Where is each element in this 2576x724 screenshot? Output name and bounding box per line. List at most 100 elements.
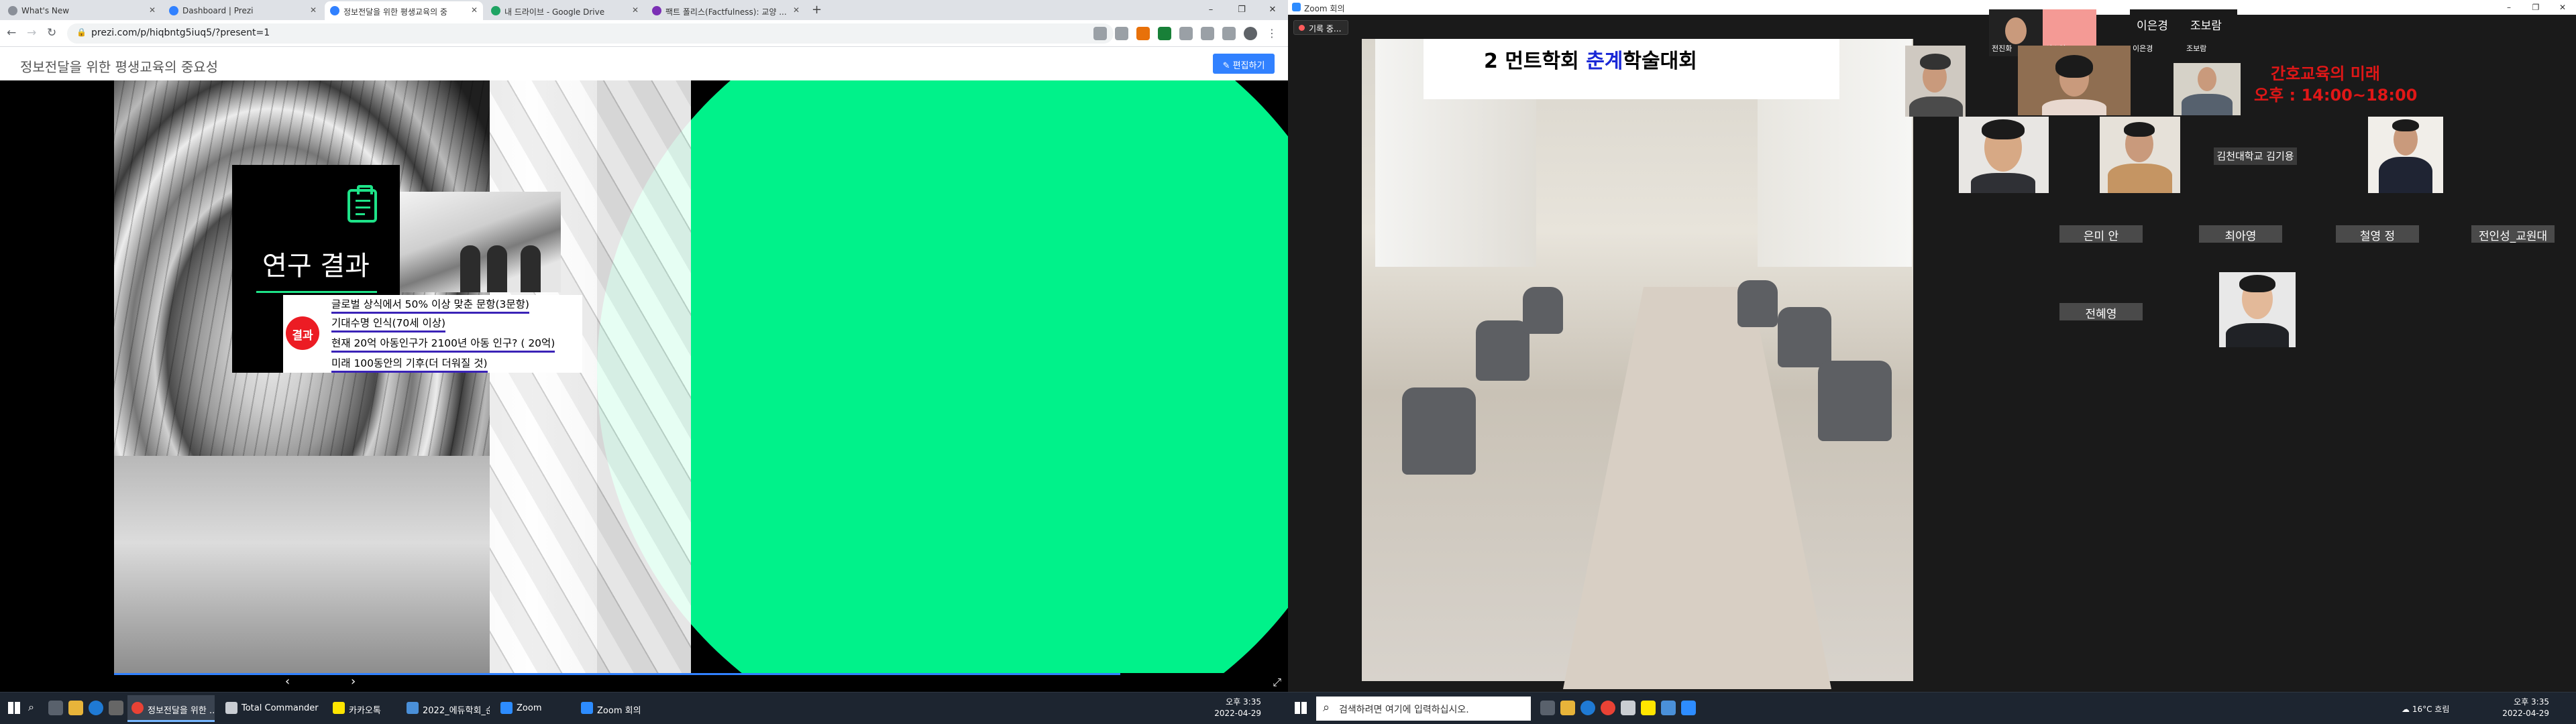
minimize-button[interactable]: – [2496,0,2522,15]
zoom-title-bar: Zoom 회의 – ❐ ✕ [1288,0,2576,15]
taskbar-document[interactable]: 2022_에듀학회_순... [402,695,490,722]
restore-button[interactable]: ❐ [2522,0,2549,15]
taskbar-total-commander[interactable]: Total Commander ... [221,695,322,722]
extensions-puzzle-icon[interactable] [1201,27,1214,40]
video-tile-jeon-hyeyoung-photo[interactable] [2219,272,2296,347]
minimize-button[interactable]: – [1195,0,1226,20]
conference-room-video [1362,39,1913,689]
windows-start-icon[interactable] [1295,702,1307,714]
video-tile[interactable] [2174,63,2241,115]
participant-body [2042,99,2106,115]
video-tile[interactable] [1905,46,1966,117]
tab-factfulness[interactable]: 팩트 폴리스(Factfulness): 교양 ... ✕ [647,1,805,20]
app-icon[interactable] [109,701,123,715]
chrome-icon[interactable] [1601,701,1615,715]
forward-arrow-icon[interactable]: → [27,26,36,40]
taskbar-zoom-meeting[interactable]: Zoom 회의 [577,695,664,722]
back-arrow-icon[interactable]: ← [7,26,16,40]
close-button[interactable]: ✕ [1257,0,1288,20]
close-button[interactable]: ✕ [2549,0,2576,15]
tab-close-icon[interactable]: ✕ [632,5,639,15]
share-icon[interactable] [1093,27,1107,40]
taskbar-item-label: Zoom [517,703,542,713]
windows-start-icon[interactable] [8,702,20,714]
prezi-favicon-icon [169,6,178,15]
file-explorer-icon[interactable] [1560,701,1575,715]
chair [1402,387,1476,475]
taskbar-kakaotalk[interactable]: 카카오톡 [329,695,396,722]
total-commander-icon[interactable] [1621,701,1635,715]
video-thumbnail[interactable]: 이은경 이은경 [2130,9,2184,56]
edit-button-label: 편집하기 [1232,61,1265,71]
total-commander-icon [225,702,237,714]
taskbar-search-input[interactable]: 검색하려면 여기에 입력하십시오. [1316,697,1531,721]
profile-avatar-icon[interactable] [1244,27,1257,40]
taskbar-clock[interactable]: 오후 3:35 2022-04-29 [2502,697,2549,719]
participant-face [2005,17,2027,44]
fullscreen-icon[interactable]: ⤢ [1273,676,1281,689]
result-line: 현재 20억 아동인구가 2100년 아동 인구? ( 20억) [331,335,555,353]
tab-close-icon[interactable]: ✕ [149,5,156,15]
participant-label: 조보람 [2190,19,2222,33]
video-thumbnail[interactable]: 조보람 조보람 [2184,9,2237,56]
bookmark-star-icon[interactable] [1115,27,1128,40]
document-icon[interactable] [1661,701,1676,715]
reload-icon[interactable]: ↻ [47,26,56,40]
previous-slide-button[interactable]: ‹ [285,674,290,688]
new-tab-button[interactable]: + [812,3,822,17]
presentation-canvas[interactable]: 연구 결과 결과 글로벌 상식에서 50% 이상 맞춘 문항(3문항) 기대수명… [0,80,1288,673]
participant-body [2379,157,2432,193]
edge-browser-icon[interactable] [1580,701,1595,715]
edge-browser-icon[interactable] [89,701,103,715]
video-tile-choi-ayoung[interactable] [2100,117,2180,193]
taskbar-item-label: Total Commander ... [241,703,322,713]
zoom-icon[interactable] [1681,701,1696,715]
recording-indicator[interactable]: 기록 중... [1293,20,1349,35]
extension-icon[interactable] [1179,27,1193,40]
tab-google-drive[interactable]: 내 드라이브 - Google Drive ✕ [486,1,644,20]
tab-close-icon[interactable]: ✕ [471,5,478,15]
menu-kebab-icon[interactable]: ⋮ [1265,27,1279,40]
name-label: 전인성_교원대 [2471,225,2555,243]
search-icon[interactable]: ⌕ [28,701,43,715]
title-underline [256,291,377,293]
video-tile-eunmi-an[interactable] [1959,117,2049,193]
extension-icon[interactable] [1158,27,1171,40]
edit-button[interactable]: ✎ 편집하기 [1213,54,1275,74]
tab-prezi-dashboard[interactable]: Dashboard | Prezi ✕ [164,1,322,20]
weather-widget[interactable]: ☁ 16°C 흐림 [2402,703,2449,715]
kakaotalk-icon[interactable] [1641,701,1656,715]
sidebar-icon[interactable] [1222,27,1236,40]
video-tile-jeon-insung[interactable] [2368,117,2443,193]
taskbar-chrome-window[interactable]: 정보전달을 위한 ... [127,695,215,722]
tab-close-icon[interactable]: ✕ [310,5,317,15]
banner-subtitle: 간호교육의 미래 [2271,64,2380,83]
tab-label: 정보전달을 위한 평생교육의 중 [343,7,447,17]
taskbar-item-label: 2022_에듀학회_순... [423,706,490,716]
banner-title-part: 먼트학회 [1505,50,1587,73]
task-view-icon[interactable] [1540,701,1555,715]
tab-label: 내 드라이브 - Google Drive [504,7,605,17]
zoom-app-icon [1292,3,1301,11]
address-bar[interactable]: 🔒 prezi.com/p/hiqbntg5iuq5/?present=1 [67,23,1114,44]
extension-icon[interactable] [1136,27,1150,40]
url-text: prezi.com/p/hiqbntg5iuq5/?present=1 [91,27,270,38]
task-view-icon[interactable] [48,701,63,715]
tab-close-icon[interactable]: ✕ [793,5,800,15]
taskbar-clock[interactable]: 오후 3:35 2022-04-29 [1214,697,1261,719]
clock-time: 오후 3:35 [2514,697,2549,707]
participant-name: 조보람 [2186,44,2207,53]
taskbar-zoom[interactable]: Zoom [496,695,570,722]
restore-button[interactable]: ❐ [1226,0,1257,20]
tab-presentation[interactable]: 정보전달을 위한 평생교육의 중 ✕ [325,1,483,20]
name-label: 김천대학교 김기용 [2214,147,2297,165]
window-controls: – ❐ ✕ [1195,0,1288,20]
participant-face [2198,67,2216,91]
clock-date: 2022-04-29 [1214,709,1261,718]
next-slide-button[interactable]: › [351,674,356,688]
file-explorer-icon[interactable] [68,701,83,715]
slide-title: 연구 결과 [262,251,370,282]
tab-whats-new[interactable]: What's New ✕ [3,1,161,20]
video-tile[interactable] [2018,46,2131,115]
person-silhouette [521,245,541,292]
